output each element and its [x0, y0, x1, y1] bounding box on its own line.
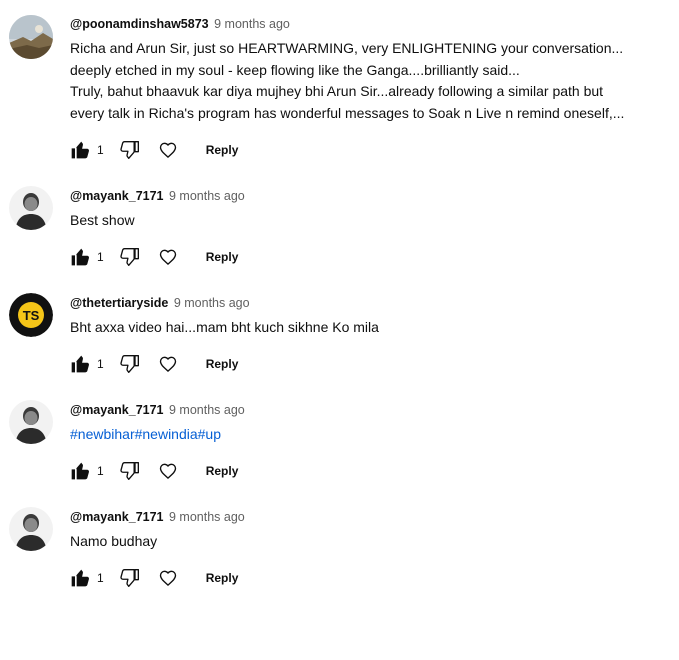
- comment-text-line: Richa and Arun Sir, just so HEARTWARMING…: [70, 40, 624, 56]
- comment-actions: 1 Reply: [70, 245, 238, 269]
- like-count: 1: [97, 357, 104, 371]
- comment-text-line: Best show: [70, 212, 135, 228]
- comment-text: Bht axxa video hai...mam bht kuch sikhne…: [70, 317, 671, 339]
- comment-actions: 1 Reply: [70, 566, 238, 590]
- thumbs-up-icon[interactable]: [70, 461, 90, 481]
- like-count: 1: [97, 571, 104, 585]
- comment-timestamp[interactable]: 9 months ago: [169, 189, 245, 203]
- heart-icon[interactable]: [158, 140, 178, 160]
- comment-text: Richa and Arun Sir, just so HEARTWARMING…: [70, 38, 671, 124]
- heart-icon[interactable]: [158, 354, 178, 374]
- thumbs-up-icon[interactable]: [70, 354, 90, 374]
- comment-author[interactable]: @mayank_7171: [70, 189, 164, 203]
- avatar[interactable]: [9, 400, 53, 444]
- comment-text-line: Truly, bahut bhaavuk kar diya mujhey bhi…: [70, 83, 604, 99]
- thumbs-down-icon[interactable]: [120, 568, 140, 588]
- comment-text: Best show: [70, 210, 671, 232]
- like-count: 1: [97, 250, 104, 264]
- reply-button[interactable]: Reply: [206, 464, 239, 478]
- like-count: 1: [97, 143, 104, 157]
- comment-text: #newbihar#newindia#up: [70, 424, 671, 446]
- comment-timestamp[interactable]: 9 months ago: [214, 17, 290, 31]
- hashtag-link[interactable]: #newbihar#newindia#up: [70, 424, 671, 446]
- comment-timestamp[interactable]: 9 months ago: [169, 510, 245, 524]
- comment-author[interactable]: @mayank_7171: [70, 403, 164, 417]
- comment-author[interactable]: @thetertiaryside: [70, 296, 168, 310]
- comment-text: Namo budhay: [70, 531, 671, 553]
- comment-text-line: Namo budhay: [70, 533, 158, 549]
- comment-timestamp[interactable]: 9 months ago: [174, 296, 250, 310]
- comment-text-line: deeply etched in my soul - keep flowing …: [70, 61, 520, 78]
- avatar[interactable]: [9, 186, 53, 230]
- heart-icon[interactable]: [158, 247, 178, 267]
- heart-icon[interactable]: [158, 568, 178, 588]
- reply-button[interactable]: Reply: [206, 571, 239, 585]
- comment-text-line: every talk in Richa's program has wonder…: [70, 104, 625, 121]
- reply-button[interactable]: Reply: [206, 357, 239, 371]
- comment-actions: 1 Reply: [70, 352, 238, 376]
- comment-actions: 1 Reply: [70, 459, 238, 483]
- comment-timestamp[interactable]: 9 months ago: [169, 403, 245, 417]
- thumbs-up-icon[interactable]: [70, 568, 90, 588]
- thumbs-down-icon[interactable]: [120, 461, 140, 481]
- ts-logo-text: TS: [23, 308, 40, 323]
- avatar[interactable]: [9, 15, 53, 59]
- comment-author[interactable]: @mayank_7171: [70, 510, 164, 524]
- heart-icon[interactable]: [158, 461, 178, 481]
- thumbs-down-icon[interactable]: [120, 354, 140, 374]
- avatar[interactable]: TS: [9, 293, 53, 337]
- thumbs-down-icon[interactable]: [120, 247, 140, 267]
- reply-button[interactable]: Reply: [206, 143, 239, 157]
- like-count: 1: [97, 464, 104, 478]
- thumbs-up-icon[interactable]: [70, 247, 90, 267]
- comment-actions: 1 Reply: [70, 138, 238, 162]
- thumbs-down-icon[interactable]: [120, 140, 140, 160]
- comment-text-line: Bht axxa video hai...mam bht kuch sikhne…: [70, 319, 379, 335]
- reply-button[interactable]: Reply: [206, 250, 239, 264]
- avatar[interactable]: [9, 507, 53, 551]
- comment-author[interactable]: @poonamdinshaw5873: [70, 17, 209, 31]
- thumbs-up-icon[interactable]: [70, 140, 90, 160]
